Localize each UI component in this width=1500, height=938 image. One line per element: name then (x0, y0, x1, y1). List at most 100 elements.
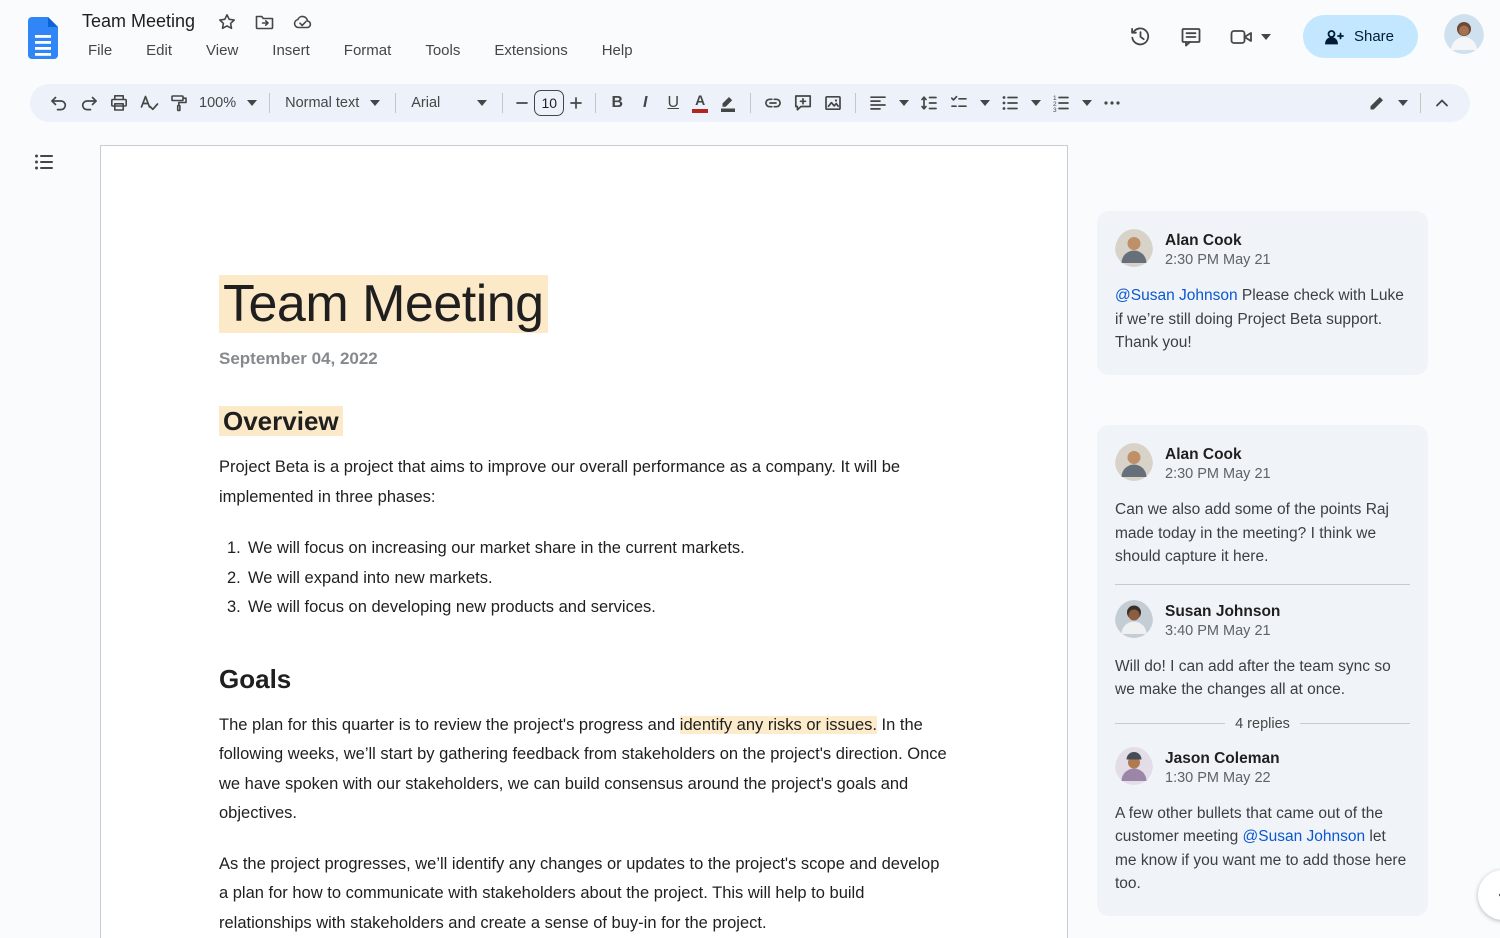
outline-icon (35, 154, 53, 170)
cloud-saved-icon[interactable] (292, 12, 314, 32)
bulleted-list-button[interactable] (995, 89, 1046, 117)
text-color-button[interactable]: A (687, 89, 713, 117)
numbered-list[interactable]: 1. We will focus on increasing our marke… (219, 534, 949, 623)
mention-link[interactable]: @Susan Johnson (1115, 287, 1238, 304)
formatting-toolbar: 100% Normal text Arial 10 B I U A 1 2 3 (30, 84, 1470, 122)
hide-menus-button[interactable] (1428, 89, 1456, 117)
comment-thread-1[interactable]: Alan Cook 2:30 PM May 21 @Susan Johnson … (1097, 211, 1428, 375)
goals-paragraph-1[interactable]: The plan for this quarter is to review t… (219, 711, 951, 829)
commenter-avatar (1115, 746, 1153, 790)
comment-text: Can we also add some of the points Raj m… (1115, 501, 1389, 565)
mention-link[interactable]: @Susan Johnson (1243, 828, 1366, 845)
menu-bar: File Edit View Insert Format Tools Exten… (82, 40, 1128, 61)
comment-timestamp: 2:30 PM May 21 (1165, 466, 1271, 482)
document-outline-button[interactable] (28, 146, 60, 183)
commenter-name: Susan Johnson (1165, 602, 1281, 620)
comment-text: @Susan Johnson Please check with Luke if… (1115, 287, 1404, 351)
undo-button[interactable] (44, 89, 74, 117)
menu-view[interactable]: View (200, 40, 244, 61)
align-button[interactable] (863, 89, 914, 117)
share-person-icon (1325, 29, 1344, 44)
commenter-name: Alan Cook (1165, 232, 1242, 249)
chevron-down-icon (247, 100, 258, 106)
overview-heading[interactable]: Overview (219, 406, 949, 437)
increase-font-size-button[interactable] (564, 89, 588, 117)
underline-button[interactable]: U (659, 89, 687, 117)
numbered-list-button[interactable]: 123 (1046, 89, 1097, 117)
chevron-down-icon (980, 100, 991, 106)
chevron-down-icon (1031, 100, 1042, 106)
commenter-avatar (1115, 229, 1153, 272)
menu-extensions[interactable]: Extensions (488, 40, 573, 61)
comment-timestamp: 3:40 PM May 21 (1165, 622, 1271, 639)
list-item: 3. We will focus on developing new produ… (227, 598, 656, 616)
chevron-down-icon (477, 100, 488, 106)
font-size-input[interactable]: 10 (534, 90, 565, 116)
chevron-down-icon (1082, 100, 1093, 106)
menu-file[interactable]: File (82, 40, 118, 61)
comments-icon[interactable] (1179, 25, 1203, 49)
print-button[interactable] (104, 89, 134, 117)
comment-timestamp: 2:30 PM May 21 (1165, 252, 1271, 268)
menu-format[interactable]: Format (338, 40, 398, 61)
replies-expander[interactable]: 4 replies (1115, 716, 1410, 732)
paint-format-button[interactable] (164, 89, 194, 117)
share-button[interactable]: Share (1302, 15, 1418, 58)
commenter-name: Alan Cook (1165, 446, 1242, 463)
replies-count-label[interactable]: 4 replies (1235, 716, 1290, 732)
font-family-select[interactable]: Arial (403, 89, 495, 117)
italic-button[interactable]: I (631, 89, 659, 117)
list-item: 1. We will focus on increasing our marke… (227, 539, 745, 557)
comment-text: Will do! I can add after the team sync s… (1115, 657, 1391, 699)
insert-link-button[interactable] (758, 89, 788, 117)
document-title-input[interactable]: Team Meeting (78, 10, 199, 33)
decrease-font-size-button[interactable] (510, 89, 534, 117)
commenter-avatar (1115, 599, 1153, 643)
highlight-color-button[interactable] (713, 89, 743, 117)
star-icon[interactable] (217, 12, 237, 32)
menu-edit[interactable]: Edit (140, 40, 178, 61)
version-history-icon[interactable] (1128, 24, 1153, 49)
svg-text:3: 3 (1053, 107, 1057, 113)
chevron-down-icon (899, 100, 910, 106)
paragraph-style-select[interactable]: Normal text (277, 89, 388, 117)
join-call-button[interactable] (1229, 26, 1271, 48)
chevron-down-icon (1260, 33, 1271, 40)
collapse-panel-button[interactable] (1478, 870, 1500, 920)
goals-paragraph-2[interactable]: As the project progresses, we’ll identif… (219, 850, 951, 938)
account-avatar[interactable] (1444, 14, 1484, 59)
comment-divider (1115, 583, 1410, 585)
add-comment-button[interactable] (788, 89, 818, 117)
highlighted-text: identify any risks or issues. (679, 715, 877, 734)
spell-check-button[interactable] (134, 89, 164, 117)
overview-paragraph[interactable]: Project Beta is a project that aims to i… (219, 453, 951, 512)
goals-heading[interactable]: Goals (219, 664, 949, 695)
chevron-down-icon (370, 100, 381, 106)
chevron-down-icon (1398, 100, 1408, 106)
editing-mode-button[interactable] (1362, 89, 1413, 117)
list-item: 2. We will expand into new markets. (227, 568, 493, 587)
redo-button[interactable] (74, 89, 104, 117)
comment-text: A few other bullets that came out of the… (1115, 804, 1407, 893)
move-folder-icon[interactable] (254, 12, 275, 32)
more-options-button[interactable] (1097, 89, 1127, 117)
app-header: Team Meeting File Edit View Insert Forma… (0, 0, 1500, 80)
menu-tools[interactable]: Tools (419, 40, 466, 61)
comment-timestamp: 1:30 PM May 22 (1165, 769, 1271, 786)
doc-title-heading[interactable]: Team Meeting (219, 273, 949, 335)
commenter-name: Jason Coleman (1165, 749, 1280, 767)
insert-image-button[interactable] (818, 89, 848, 117)
share-label: Share (1353, 28, 1394, 45)
zoom-select[interactable]: 100% (194, 89, 262, 117)
commenter-avatar (1115, 443, 1153, 486)
comment-thread-2[interactable]: Alan Cook 2:30 PM May 21 Can we also add… (1097, 425, 1428, 916)
line-spacing-button[interactable] (914, 89, 944, 117)
doc-date[interactable]: September 04, 2022 (219, 349, 949, 369)
checklist-button[interactable] (944, 89, 995, 117)
chevron-left-icon (1499, 893, 1500, 897)
document-page[interactable]: Team Meeting September 04, 2022 Overview… (100, 145, 1068, 938)
menu-insert[interactable]: Insert (266, 40, 316, 61)
menu-help[interactable]: Help (596, 40, 639, 61)
docs-logo-icon[interactable] (26, 15, 60, 66)
bold-button[interactable]: B (603, 89, 631, 117)
